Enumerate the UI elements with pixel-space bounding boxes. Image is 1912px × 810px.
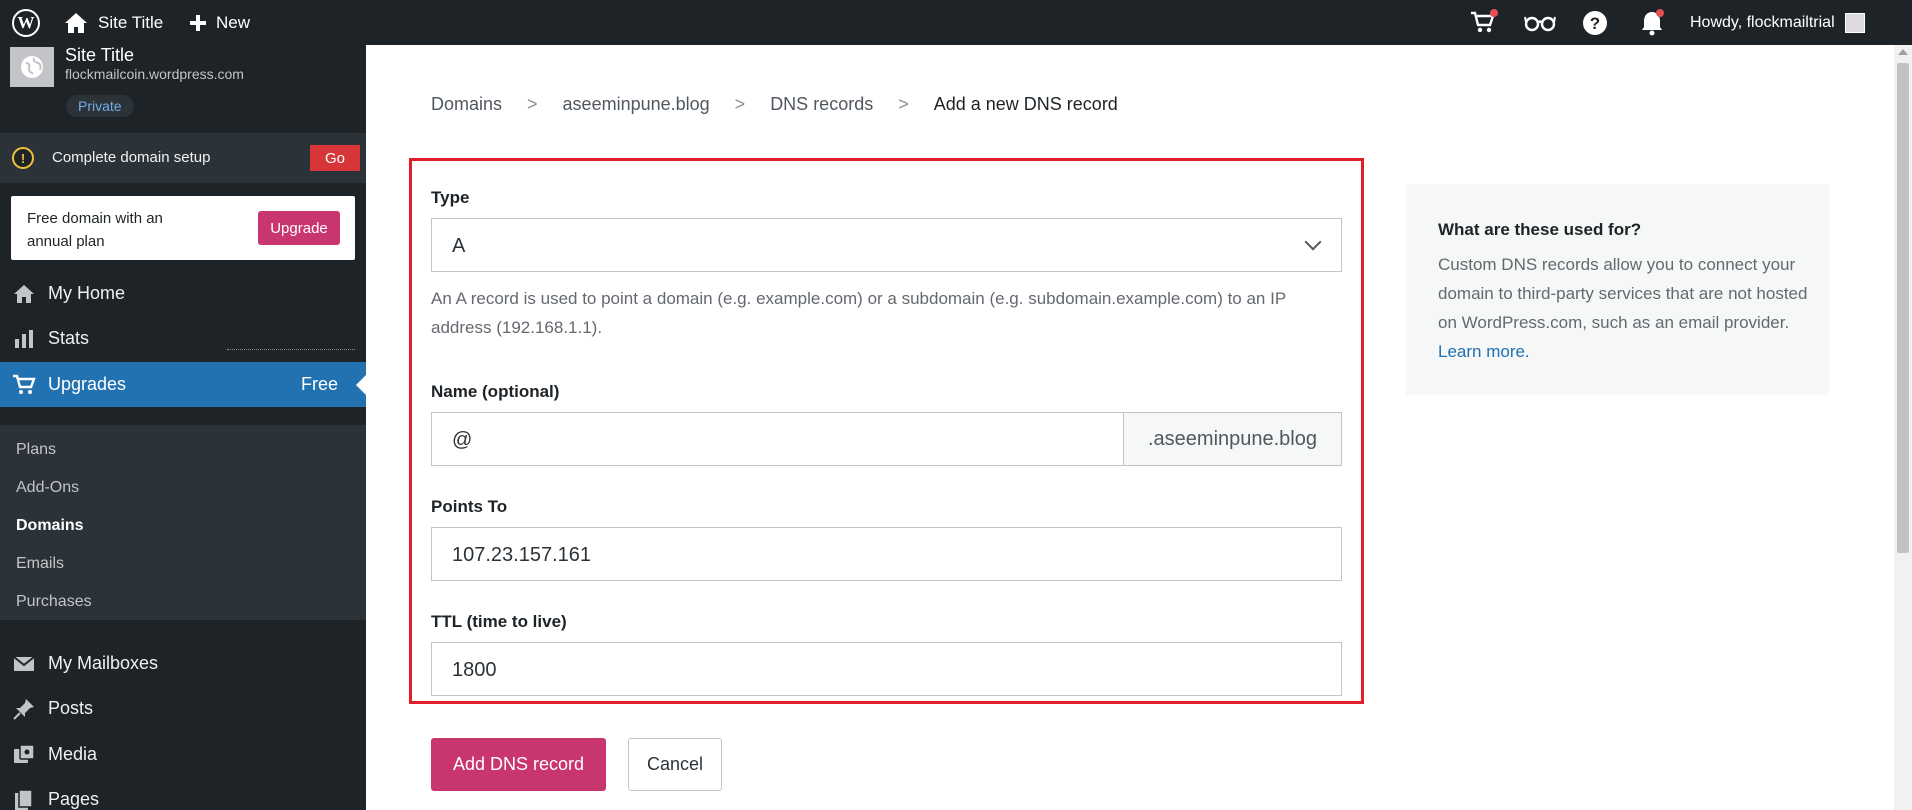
- reader-icon[interactable]: [1524, 10, 1556, 36]
- type-select[interactable]: A: [431, 218, 1342, 272]
- breadcrumb: Domains > aseeminpune.blog > DNS records…: [431, 94, 1118, 115]
- home-icon: [12, 282, 36, 306]
- sidebar-item-label: Media: [48, 744, 98, 764]
- sidebar-item-label: Upgrades: [48, 374, 127, 394]
- domain-setup-go-button[interactable]: Go: [310, 145, 360, 171]
- upgrade-nudge-text: Free domain with an annual plan: [27, 210, 163, 250]
- site-card[interactable]: Site Title flockmailcoin.wordpress.com P…: [0, 45, 366, 133]
- scrollbar[interactable]: [1894, 45, 1912, 810]
- scrollbar-thumb[interactable]: [1897, 63, 1909, 553]
- ttl-field-value: 1800: [452, 659, 497, 681]
- globe-icon: [21, 56, 43, 78]
- type-label: Type: [431, 188, 470, 207]
- info-card: What are these used for? Custom DNS reco…: [1406, 184, 1829, 395]
- admin-bar-new-button[interactable]: New: [188, 0, 250, 45]
- sidebar-item-label: Posts: [48, 698, 94, 718]
- chevron-right-icon: >: [527, 94, 538, 114]
- warning-icon: !: [12, 147, 34, 169]
- wordpress-icon[interactable]: W: [12, 9, 40, 37]
- name-field-value: @: [452, 429, 473, 451]
- avatar: [1844, 12, 1865, 33]
- help-icon[interactable]: ?: [1582, 10, 1608, 36]
- chevron-down-icon: [1304, 233, 1322, 251]
- chevron-right-icon: >: [898, 94, 909, 114]
- breadcrumb-dns-records[interactable]: DNS records: [770, 94, 873, 115]
- admin-bar: W Site Title New ? Howdy, flockmailtrial: [0, 0, 1912, 45]
- domain-setup-notice[interactable]: ! Complete domain setup Go: [0, 133, 366, 183]
- submenu-item-domains[interactable]: Domains: [16, 517, 84, 535]
- sidebar: Site Title flockmailcoin.wordpress.com P…: [0, 45, 366, 810]
- submenu-item-emails[interactable]: Emails: [16, 555, 64, 573]
- type-help-text: An A record is used to point a domain (e…: [431, 289, 1286, 337]
- submenu-item-purchases[interactable]: Purchases: [16, 593, 92, 611]
- cart-icon[interactable]: [1470, 9, 1498, 36]
- cancel-button[interactable]: Cancel: [628, 738, 722, 791]
- domain-suffix: .aseeminpune.blog: [1123, 413, 1341, 465]
- info-card-body: Custom DNS records allow you to connect …: [1438, 250, 1808, 366]
- sidebar-item-label: Stats: [48, 328, 90, 348]
- pages-icon: [12, 788, 36, 810]
- howdy-text: Howdy, flockmailtrial: [1690, 13, 1835, 31]
- media-icon: [12, 743, 36, 767]
- sidebar-item-label: Pages: [48, 789, 100, 809]
- breadcrumb-domain[interactable]: aseeminpune.blog: [563, 94, 710, 115]
- svg-text:?: ?: [1590, 14, 1600, 33]
- domain-setup-label: Complete domain setup: [52, 149, 211, 166]
- site-icon: [10, 47, 54, 87]
- info-card-text: Custom DNS records allow you to connect …: [1438, 255, 1808, 332]
- notification-dot: [1656, 9, 1664, 17]
- upgrade-button[interactable]: Upgrade: [258, 211, 340, 245]
- points-to-field-value: 107.23.157.161: [452, 544, 592, 566]
- breadcrumb-domains[interactable]: Domains: [431, 94, 502, 115]
- plan-badge: Free: [300, 374, 338, 394]
- points-to-field[interactable]: 107.23.157.161: [431, 527, 1342, 581]
- add-dns-record-button[interactable]: Add DNS record: [431, 738, 606, 791]
- admin-bar-site-title: Site Title: [98, 12, 164, 32]
- site-title: Site Title: [65, 45, 135, 65]
- privacy-badge: Private: [66, 95, 134, 117]
- sidebar-item-my-home[interactable]: My Home: [0, 271, 366, 316]
- ttl-label: TTL (time to live): [431, 612, 567, 631]
- type-select-value: A: [452, 235, 466, 257]
- mail-icon: [12, 652, 36, 676]
- name-label: Name (optional): [431, 382, 560, 401]
- sidebar-item-stats[interactable]: Stats: [0, 316, 366, 361]
- submenu-item-addons[interactable]: Add-Ons: [16, 479, 79, 497]
- active-indicator: [356, 375, 366, 395]
- bell-icon[interactable]: [1639, 9, 1665, 36]
- plus-icon: [190, 14, 206, 31]
- info-card-title: What are these used for?: [1438, 220, 1642, 239]
- sidebar-item-label: My Mailboxes: [48, 653, 159, 673]
- scroll-up-icon[interactable]: [1898, 49, 1908, 55]
- bar-chart-icon: [12, 327, 36, 351]
- upgrade-nudge-card: Free domain with an annual plan Upgrade: [11, 196, 355, 260]
- sidebar-item-posts[interactable]: Posts: [0, 686, 366, 731]
- ttl-field[interactable]: 1800: [431, 642, 1342, 696]
- upgrades-submenu: Plans Add-Ons Domains Emails Purchases: [0, 425, 366, 620]
- cart-notification-dot: [1490, 9, 1498, 17]
- sidebar-item-media[interactable]: Media: [0, 732, 366, 777]
- sidebar-item-pages[interactable]: Pages: [0, 777, 366, 810]
- admin-bar-site-link[interactable]: Site Title: [64, 0, 163, 45]
- name-field[interactable]: @ .aseeminpune.blog: [431, 412, 1342, 466]
- sidebar-item-label: My Home: [48, 283, 126, 303]
- admin-bar-new-label: New: [216, 12, 251, 32]
- home-icon: [65, 12, 87, 33]
- divider: [227, 349, 355, 350]
- sidebar-item-my-mailboxes[interactable]: My Mailboxes: [0, 641, 366, 686]
- site-url: flockmailcoin.wordpress.com: [65, 66, 244, 82]
- breadcrumb-current: Add a new DNS record: [933, 94, 1118, 114]
- points-to-label: Points To: [431, 497, 508, 516]
- pin-icon: [12, 697, 36, 721]
- account-menu[interactable]: Howdy, flockmailtrial: [1690, 0, 1865, 45]
- sidebar-item-upgrades[interactable]: Upgrades Free: [0, 362, 366, 407]
- chevron-right-icon: >: [734, 94, 746, 114]
- learn-more-link[interactable]: Learn more.: [1438, 342, 1530, 361]
- submenu-item-plans[interactable]: Plans: [16, 441, 56, 459]
- cart-icon: [12, 373, 36, 397]
